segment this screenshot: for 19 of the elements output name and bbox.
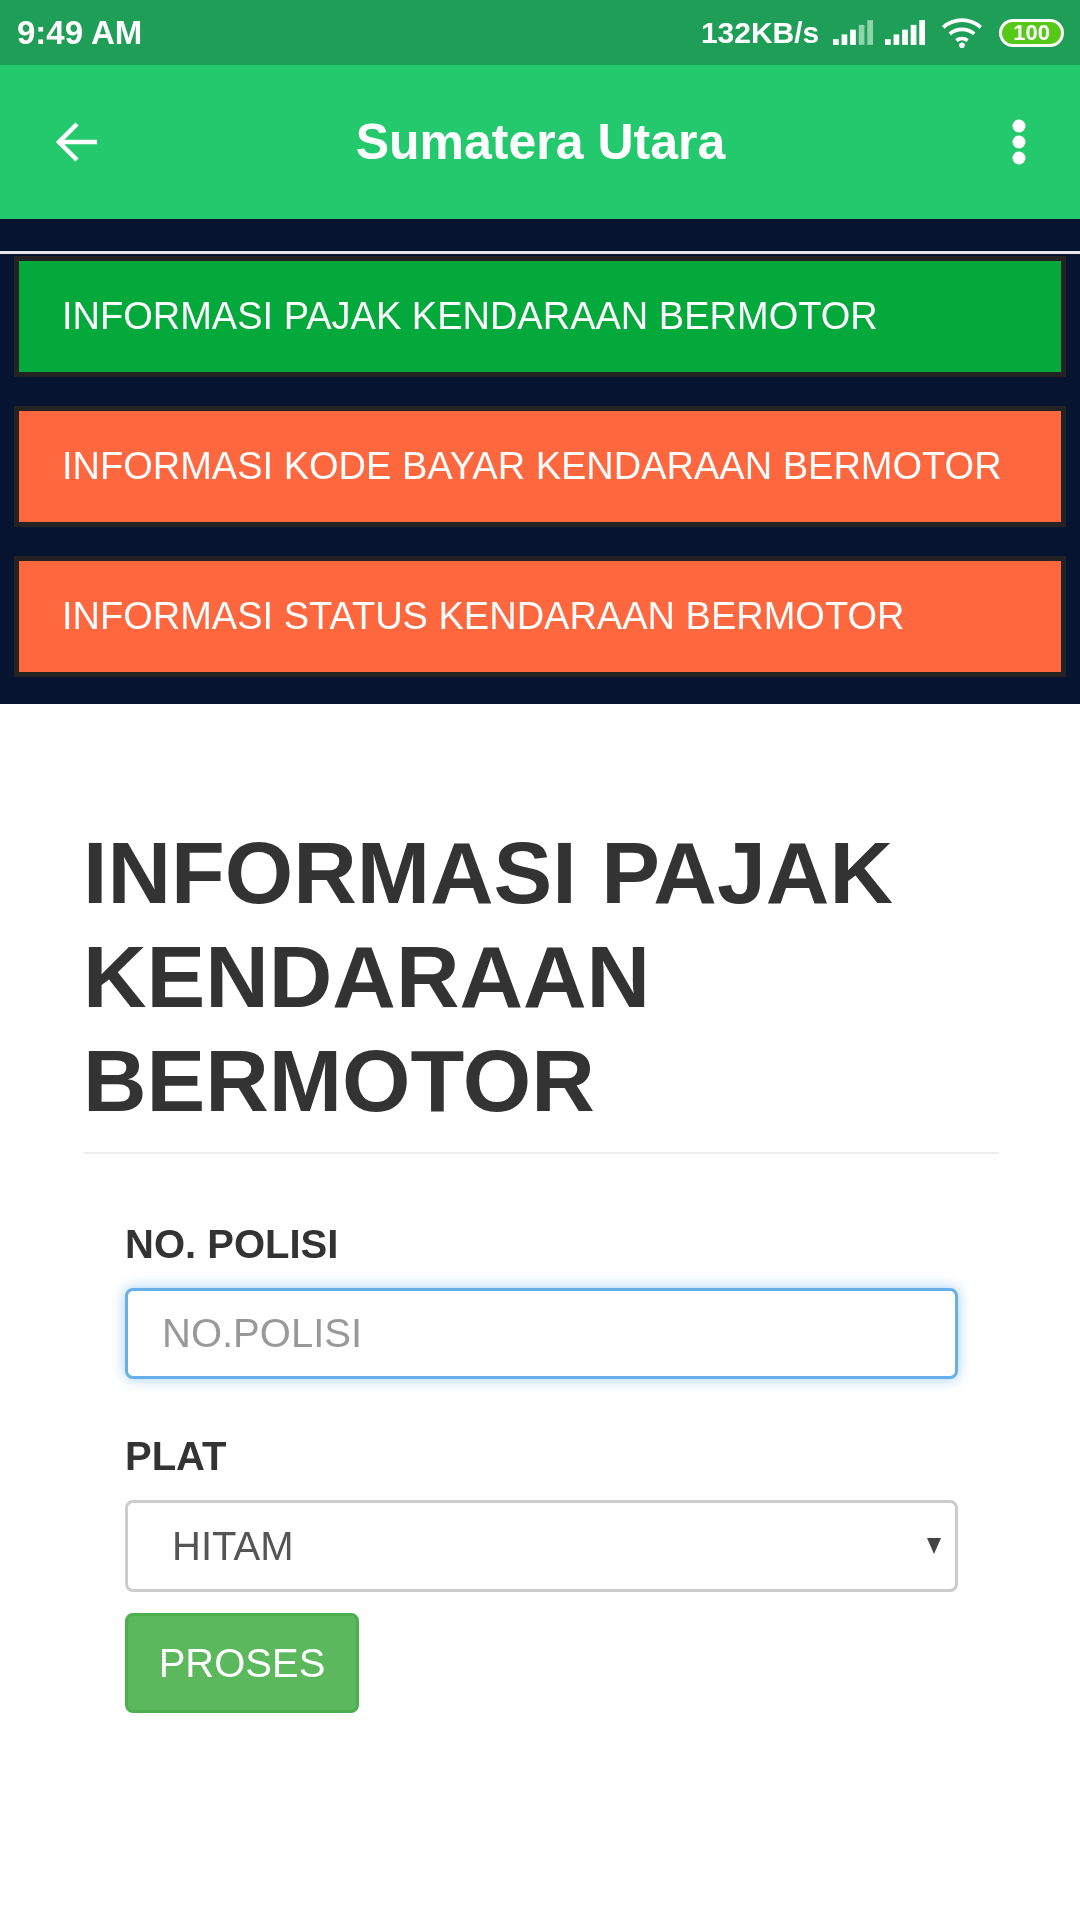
signal-icon: [885, 20, 926, 45]
back-arrow-icon[interactable]: [55, 120, 99, 164]
network-speed: 132KB/s: [700, 15, 820, 50]
more-options-icon[interactable]: [1012, 119, 1026, 165]
menu-button[interactable]: INFORMASI PAJAK KENDARAAN BERMOTOR: [14, 256, 1066, 377]
battery-indicator: 100: [999, 18, 1064, 47]
wifi-icon: [941, 17, 984, 48]
submit-button[interactable]: PROSES: [125, 1613, 359, 1713]
dropdown-select[interactable]: HITAM: [125, 1500, 958, 1592]
page-heading: INFORMASI PAJAK KENDARAAN BERMOTOR: [83, 822, 894, 1132]
field-label: PLAT: [125, 1433, 227, 1480]
field-label: NO. POLISI: [125, 1221, 339, 1268]
status-time: 9:49 AM: [17, 13, 143, 52]
text-input-field[interactable]: NO.POLISI: [125, 1288, 958, 1379]
caret-icon: [927, 1538, 941, 1554]
menu-button[interactable]: INFORMASI STATUS KENDARAAN BERMOTOR: [14, 556, 1066, 677]
app-bar-title: Sumatera Utara: [355, 113, 726, 171]
signal-icon: [833, 20, 874, 45]
menu-button[interactable]: INFORMASI KODE BAYAR KENDARAAN BERMOTOR: [14, 406, 1066, 527]
